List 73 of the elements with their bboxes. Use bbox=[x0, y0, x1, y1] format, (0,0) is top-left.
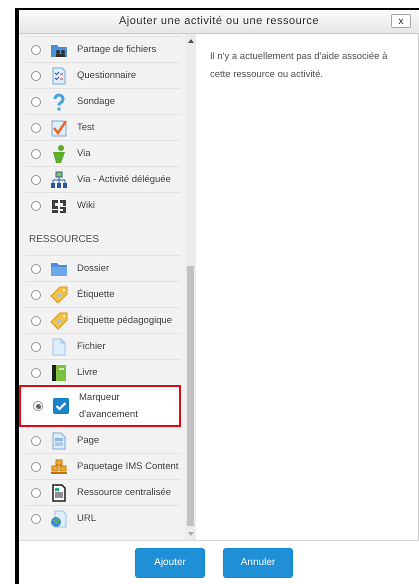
option-item[interactable]: Partage de fichiers bbox=[25, 36, 181, 62]
option-item[interactable]: Page bbox=[25, 427, 181, 453]
radio-button[interactable] bbox=[31, 368, 41, 378]
option-label: Via bbox=[77, 147, 91, 161]
scrollbar[interactable] bbox=[185, 34, 196, 540]
option-item[interactable]: Sondage bbox=[25, 88, 181, 114]
checklist-icon bbox=[50, 66, 68, 84]
radio-button[interactable] bbox=[31, 148, 41, 158]
option-label: Wiki bbox=[77, 199, 95, 213]
dialog-title: Ajouter une activité ou une ressource bbox=[118, 14, 320, 30]
option-label: Sondage bbox=[77, 95, 116, 109]
option-item[interactable]: Test bbox=[25, 114, 181, 140]
option-item[interactable]: Fichier bbox=[25, 333, 181, 359]
boxes-icon bbox=[50, 458, 68, 476]
option-label: Dossier bbox=[77, 262, 110, 276]
radio-button[interactable] bbox=[31, 174, 41, 184]
tag-icon bbox=[50, 286, 68, 304]
radio-button[interactable] bbox=[31, 44, 41, 54]
checkbox-icon bbox=[52, 397, 70, 415]
scrollbar-thumb[interactable] bbox=[187, 266, 194, 526]
option-label: Étiquette pédagogique bbox=[77, 314, 172, 328]
option-label: Page bbox=[77, 434, 100, 448]
radio-button[interactable] bbox=[31, 264, 41, 274]
option-label: Livre bbox=[77, 366, 98, 380]
option-label: Paquetage IMS Content bbox=[77, 460, 178, 474]
option-item[interactable]: Paquetage IMS Content bbox=[25, 453, 181, 479]
option-item[interactable]: URL bbox=[25, 505, 181, 531]
option-label: Marqueur d'avancement bbox=[79, 391, 139, 422]
option-item[interactable]: Marqueur d'avancement bbox=[19, 385, 181, 427]
radio-button[interactable] bbox=[31, 122, 41, 132]
radio-button[interactable] bbox=[33, 401, 43, 411]
radio-button[interactable] bbox=[31, 290, 41, 300]
option-label: Partage de fichiers bbox=[77, 43, 156, 57]
hierarchy-icon bbox=[50, 170, 68, 188]
option-item[interactable]: Dossier bbox=[25, 255, 181, 281]
tag-icon bbox=[50, 312, 68, 330]
radio-button[interactable] bbox=[31, 342, 41, 352]
scroll-up-icon[interactable] bbox=[188, 39, 194, 43]
option-label: Questionnaire bbox=[77, 69, 136, 83]
radio-button[interactable] bbox=[31, 514, 41, 524]
book-icon bbox=[50, 364, 68, 382]
radio-button[interactable] bbox=[31, 488, 41, 498]
scroll-down-icon[interactable] bbox=[188, 532, 194, 536]
page-icon bbox=[50, 432, 68, 450]
radio-button[interactable] bbox=[31, 200, 41, 210]
help-text: Il n'y a actuellement pas d'aide associée à cette ressource ou activité. bbox=[210, 50, 388, 82]
option-label: Ressource centralisée bbox=[77, 486, 171, 500]
option-label: URL bbox=[77, 512, 96, 526]
radio-button[interactable] bbox=[31, 436, 41, 446]
option-item[interactable]: Via - Activité déléguée bbox=[25, 166, 181, 192]
document-icon bbox=[50, 484, 68, 502]
option-item[interactable]: Étiquette pédagogique bbox=[25, 307, 181, 333]
option-item[interactable]: Ressource centralisée bbox=[25, 479, 181, 505]
option-label: Étiquette bbox=[77, 288, 114, 302]
checkmark-document-icon bbox=[50, 118, 68, 136]
option-item[interactable]: Via bbox=[25, 140, 181, 166]
person-icon bbox=[50, 144, 68, 162]
option-item[interactable]: Étiquette bbox=[25, 281, 181, 307]
option-item[interactable]: Questionnaire bbox=[25, 62, 181, 88]
radio-button[interactable] bbox=[31, 96, 41, 106]
globe-document-icon bbox=[50, 510, 68, 528]
document-icon bbox=[50, 338, 68, 356]
option-label: Test bbox=[77, 121, 94, 135]
option-label: Via - Activité déléguée bbox=[77, 173, 171, 187]
radio-button[interactable] bbox=[31, 462, 41, 472]
dialog-button[interactable]: Ajouter bbox=[135, 548, 205, 578]
section-heading: RESSOURCES bbox=[28, 233, 100, 247]
option-label: Fichier bbox=[77, 340, 106, 354]
radio-button[interactable] bbox=[31, 70, 41, 80]
close-button[interactable]: x bbox=[391, 14, 411, 28]
radio-button[interactable] bbox=[31, 316, 41, 326]
option-item[interactable]: Wiki bbox=[25, 192, 181, 218]
dialog-button[interactable]: Annuler bbox=[223, 548, 293, 578]
